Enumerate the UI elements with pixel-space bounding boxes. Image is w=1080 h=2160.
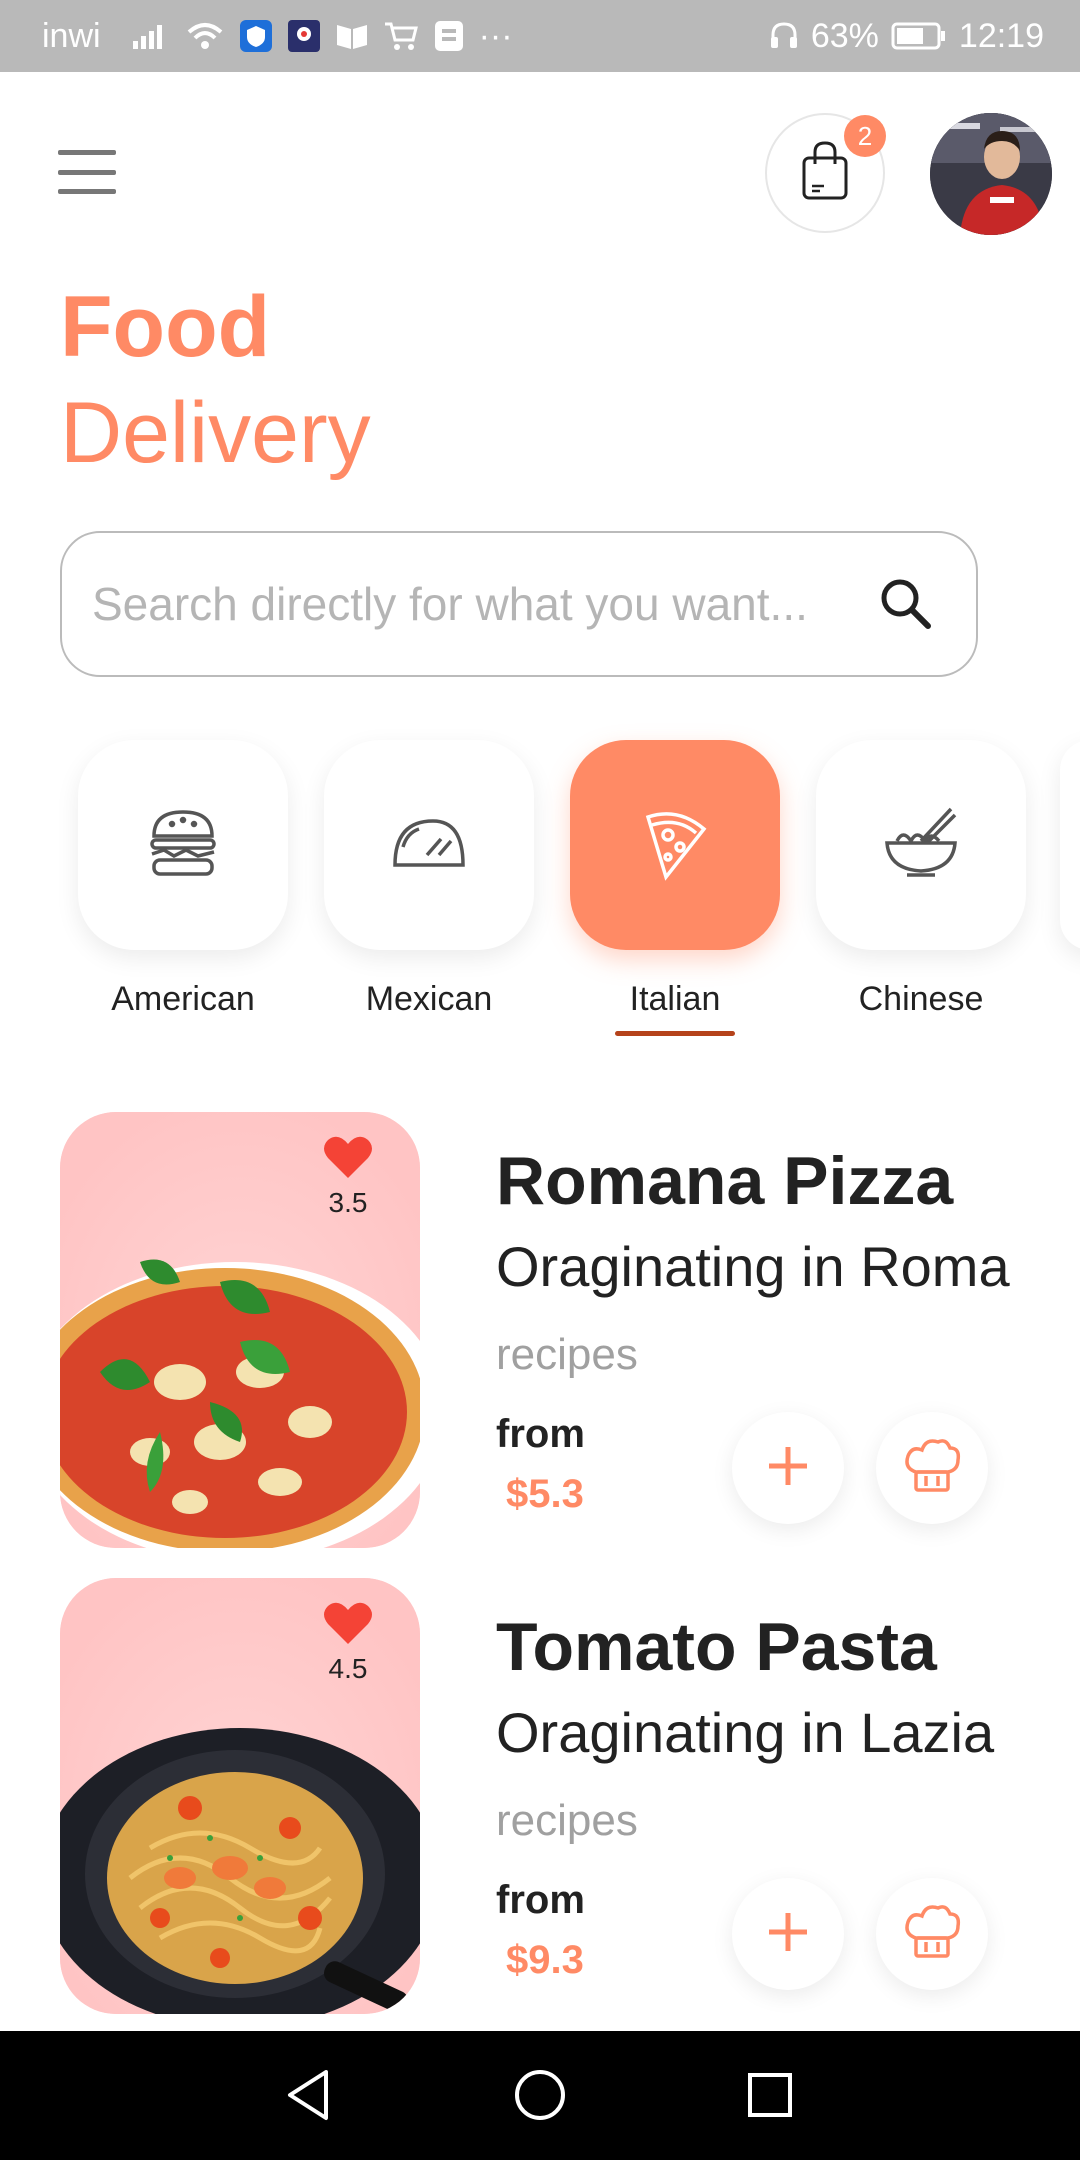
search-icon[interactable] (876, 574, 936, 634)
from-label: from (496, 1878, 585, 1922)
food-image: 4.5 (60, 1578, 420, 2014)
more-indicator: ··· (478, 16, 513, 55)
chef-hat-icon (902, 1902, 962, 1967)
category-label: American (111, 980, 255, 1018)
category-tile (78, 740, 288, 950)
price: $5.3 (506, 1472, 584, 1516)
food-origin: Oraginating in Lazia (496, 1701, 995, 1764)
carrier-name: inwi (42, 16, 101, 55)
battery-percent: 63% (810, 16, 879, 55)
search-input[interactable] (92, 577, 876, 631)
pizza-icon (638, 803, 712, 888)
back-button[interactable] (278, 2067, 338, 2127)
recipe-button[interactable] (876, 1878, 988, 1990)
page-title-line1: Food (60, 279, 271, 375)
food-name: Tomato Pasta (496, 1609, 937, 1685)
headset-icon (769, 21, 799, 51)
user-avatar[interactable] (930, 113, 1052, 235)
food-name: Romana Pizza (496, 1143, 954, 1219)
heart-icon (322, 1602, 374, 1650)
from-label: from (496, 1412, 585, 1456)
category-list: American Mexican Italian Chinese (0, 740, 1080, 1040)
add-to-cart-button[interactable] (732, 1878, 844, 1990)
shield-icon (239, 19, 273, 53)
home-icon (513, 2068, 567, 2127)
category-italian[interactable]: Italian (570, 740, 780, 1036)
recipe-button[interactable] (876, 1412, 988, 1524)
category-tile (816, 740, 1026, 950)
food-card-romana-pizza[interactable]: 3.5 Romana Pizza Oraginating in Roma rec… (0, 1112, 1080, 1552)
burger-icon (146, 806, 220, 885)
food-tag: recipes (496, 1796, 638, 1845)
cart-count-badge: 2 (844, 115, 886, 157)
taco-icon (389, 813, 469, 878)
menu-button[interactable] (58, 150, 116, 194)
clock: 12:19 (958, 16, 1044, 55)
active-category-indicator (615, 1031, 735, 1036)
cart-button[interactable]: 2 (765, 113, 886, 233)
food-origin: Oraginating in Roma (496, 1235, 1010, 1298)
book-icon (335, 21, 369, 51)
food-tag: recipes (496, 1330, 638, 1379)
rating-value: 4.5 (328, 1653, 368, 1684)
page-title-line2: Delivery (60, 385, 371, 481)
recents-icon (746, 2071, 794, 2124)
recents-button[interactable] (740, 2067, 800, 2127)
price: $9.3 (506, 1938, 584, 1982)
system-nav-bar (0, 2031, 1080, 2160)
menu-icon-bar (58, 150, 116, 155)
category-american[interactable]: American (78, 740, 288, 1030)
add-to-cart-button[interactable] (732, 1412, 844, 1524)
status-bar-left: inwi ··· (42, 0, 513, 72)
search-bar (60, 531, 978, 677)
noodles-icon (881, 803, 961, 888)
favorite[interactable]: 3.5 (318, 1134, 378, 1219)
heart-icon (322, 1136, 374, 1184)
category-label: Italian (629, 980, 721, 1018)
wifi-icon (185, 20, 225, 52)
rating-value: 3.5 (328, 1187, 368, 1218)
signal-icon (131, 21, 171, 51)
file-icon (433, 19, 465, 53)
shopping-bag-icon (800, 140, 850, 207)
category-tile (324, 740, 534, 950)
cart-app-icon (383, 20, 419, 52)
category-label: Mexican (365, 980, 493, 1018)
food-image: 3.5 (60, 1112, 420, 1548)
status-bar-right: 63% 12:19 (769, 0, 1044, 72)
category-mexican[interactable]: Mexican (324, 740, 534, 1030)
category-chinese[interactable]: Chinese (816, 740, 1026, 1030)
category-tile (570, 740, 780, 950)
chef-hat-icon (902, 1436, 962, 1501)
category-next-partial[interactable] (1060, 740, 1080, 950)
status-bar: inwi ··· 63% 12:19 (0, 0, 1080, 72)
home-button[interactable] (510, 2067, 570, 2127)
battery-icon (891, 21, 947, 51)
favorite[interactable]: 4.5 (318, 1600, 378, 1685)
app-icon (287, 19, 321, 53)
back-icon (284, 2068, 332, 2127)
plus-icon (765, 1909, 811, 1960)
food-card-tomato-pasta[interactable]: 4.5 Tomato Pasta Oraginating in Lazia re… (0, 1578, 1080, 2018)
category-label: Chinese (858, 980, 984, 1018)
menu-icon-bar (58, 169, 116, 175)
menu-icon-bar (58, 189, 116, 194)
plus-icon (765, 1443, 811, 1494)
